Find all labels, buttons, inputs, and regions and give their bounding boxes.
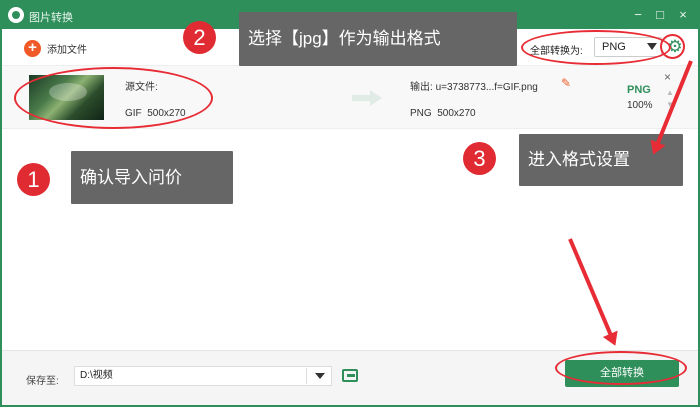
annotation-text-1: 确认导入问价 (71, 151, 233, 204)
save-path-value: D:\视频 (80, 370, 113, 381)
output-info: PNG 500x270 (410, 108, 476, 119)
annotation-badge-2: 2 (183, 21, 216, 54)
remove-file-icon[interactable]: × (664, 70, 671, 84)
app-logo-icon (8, 7, 24, 23)
output-size: 500x270 (437, 108, 476, 119)
window-title: 图片转换 (29, 12, 73, 24)
add-file-button[interactable]: + 添加文件 (24, 39, 87, 57)
output-format-badge[interactable]: PNG (627, 84, 651, 96)
annotation-oval-file (14, 67, 213, 129)
edit-icon[interactable]: ✎ (561, 76, 571, 90)
annotation-oval-convert (555, 351, 687, 385)
annotation-oval-format (521, 30, 671, 65)
annotation-oval-gear (660, 34, 685, 59)
annotation-text-2: 选择【jpg】作为输出格式 (239, 12, 517, 66)
move-up-icon[interactable]: ▲ (666, 88, 674, 97)
save-path-field[interactable]: D:\视频 (74, 366, 332, 386)
add-file-label: 添加文件 (47, 44, 87, 56)
quality-value: 100% (627, 100, 653, 111)
convert-arrow-icon (352, 89, 382, 107)
output-name: 输出: u=3738773...f=GIF.png (410, 78, 538, 93)
save-to-label: 保存至: (26, 376, 59, 387)
chevron-down-icon[interactable] (315, 373, 325, 379)
annotation-badge-3: 3 (463, 142, 496, 175)
maximize-icon[interactable]: □ (651, 6, 669, 24)
plus-icon: + (24, 39, 41, 57)
output-file-name: u=3738773...f=GIF.png (435, 82, 538, 93)
output-label: 输出: (410, 82, 433, 93)
output-format: PNG (410, 108, 432, 119)
minimize-icon[interactable]: − (629, 6, 647, 24)
annotation-badge-1: 1 (17, 163, 50, 196)
folder-icon[interactable] (342, 369, 358, 382)
close-window-icon[interactable]: × (674, 6, 692, 24)
